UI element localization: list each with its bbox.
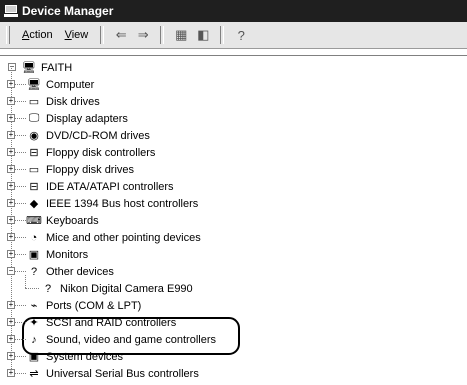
tree-item-label: Floppy disk drives	[46, 163, 135, 176]
tree-item-label: IEEE 1394 Bus host controllers	[46, 197, 199, 210]
floppy-controller-icon: ⊟	[29, 147, 39, 159]
scsi-icon: ✦	[29, 317, 39, 329]
window-title: Device Manager	[22, 4, 114, 18]
toolbar-separator	[220, 26, 225, 44]
device-manager-window: Device Manager Action View ⇐ ⇒ ▦ ◧ ? − 🖥…	[0, 0, 467, 385]
tree-item-label: SCSI and RAID controllers	[46, 316, 177, 329]
forward-arrow-icon: ⇒	[137, 27, 149, 42]
tree-item-label: Universal Serial Bus controllers	[46, 367, 199, 380]
tree-category-item[interactable]: + ▣ Monitors	[7, 246, 89, 263]
tree-category-item[interactable]: + ▣ System devices	[7, 348, 124, 365]
computer-icon: 🖥	[22, 62, 36, 74]
toolbar-separator	[100, 26, 105, 44]
menu-action[interactable]: Action	[16, 27, 59, 43]
tree-item-label: Other devices	[46, 265, 114, 278]
tree-item-label: Computer	[46, 78, 95, 91]
help-button[interactable]: ?	[231, 26, 251, 44]
tree-category-item[interactable]: + ♪ Sound, video and game controllers	[7, 331, 216, 348]
mouse-icon: ◔	[30, 231, 38, 244]
unknown-device-icon: ?	[30, 265, 38, 278]
forward-button[interactable]: ⇒	[133, 26, 153, 44]
expand-toggle[interactable]: +	[7, 352, 15, 360]
expand-toggle[interactable]: +	[7, 114, 15, 122]
tree-item-label: Keyboards	[46, 214, 99, 227]
floppy-drive-icon: ▭	[28, 164, 40, 176]
unknown-device-icon: ?	[44, 282, 52, 295]
menu-view[interactable]: View	[59, 27, 95, 43]
tree-category-item[interactable]: + 🖵 Display adapters	[7, 110, 128, 127]
tree-category-item[interactable]: + ◆ IEEE 1394 Bus host controllers	[7, 195, 199, 212]
expand-toggle[interactable]: +	[7, 301, 15, 309]
tree-category-item[interactable]: + 🖥 Computer	[7, 76, 95, 93]
collapse-toggle[interactable]: −	[8, 63, 16, 71]
tree-item-label: DVD/CD-ROM drives	[46, 129, 150, 142]
tree-item-label: Display adapters	[46, 112, 128, 125]
tree-category-item[interactable]: + ⇌ Universal Serial Bus controllers	[7, 365, 199, 382]
tree-item-label: IDE ATA/ATAPI controllers	[46, 180, 174, 193]
tree-item-label: Mice and other pointing devices	[46, 231, 201, 244]
tree-item-label: Ports (COM & LPT)	[46, 299, 142, 312]
system-device-icon: ▣	[28, 351, 40, 363]
tree-category-item[interactable]: + ⊟ IDE ATA/ATAPI controllers	[7, 178, 174, 195]
tree-root-label: FAITH	[41, 61, 73, 74]
properties-icon: ◧	[197, 27, 210, 42]
expand-toggle[interactable]: +	[7, 233, 15, 241]
tree-category-item[interactable]: + ⊟ Floppy disk controllers	[7, 144, 156, 161]
ide-controller-icon: ⊟	[29, 181, 39, 193]
tree-root[interactable]: − 🖥 FAITH	[8, 59, 72, 76]
expand-toggle[interactable]: +	[7, 80, 15, 88]
menu-toolbar: Action View ⇐ ⇒ ▦ ◧ ?	[0, 22, 467, 49]
device-tree[interactable]: − 🖥 FAITH + 🖥 Computer + ▭ Disk drives + 🖵 Displ…	[0, 55, 467, 385]
show-tree-button[interactable]: ▦	[171, 26, 191, 44]
expand-toggle[interactable]: +	[7, 97, 15, 105]
display-adapter-icon: 🖵	[28, 112, 40, 124]
tree-item-label: System devices	[46, 350, 124, 363]
title-bar[interactable]: Device Manager	[0, 0, 467, 22]
expand-toggle[interactable]: +	[7, 165, 15, 173]
tree-view-icon: ▦	[175, 27, 188, 42]
tree-item-label: Sound, video and game controllers	[46, 333, 216, 346]
ieee1394-icon: ◆	[29, 198, 39, 210]
computer-icon: 🖥	[27, 79, 41, 91]
monitor-icon: ▣	[28, 249, 40, 261]
usb-icon: ⇌	[29, 368, 39, 380]
tree-category-item[interactable]: + ◉ DVD/CD-ROM drives	[7, 127, 150, 144]
expand-toggle[interactable]: +	[7, 335, 15, 343]
tree-category-item[interactable]: + ◔ Mice and other pointing devices	[7, 229, 201, 246]
properties-button[interactable]: ◧	[193, 26, 213, 44]
back-arrow-icon: ⇐	[115, 27, 127, 42]
tree-child-item[interactable]: ? Nikon Digital Camera E990	[40, 280, 193, 297]
sound-icon: ♪	[31, 333, 37, 346]
tree-item-label: Nikon Digital Camera E990	[60, 282, 193, 295]
keyboard-icon: ⌨	[26, 215, 42, 227]
tree-category-item[interactable]: + ⌨ Keyboards	[7, 212, 99, 229]
toolbar-grip[interactable]	[6, 26, 10, 44]
expand-toggle[interactable]: +	[7, 318, 15, 326]
expand-toggle[interactable]: +	[7, 199, 15, 207]
expand-toggle[interactable]: +	[7, 131, 15, 139]
collapse-toggle[interactable]: −	[7, 267, 15, 275]
toolbar-separator	[160, 26, 165, 44]
tree-guide-line	[25, 288, 39, 289]
tree-category-item[interactable]: + ⌁ Ports (COM & LPT)	[7, 297, 142, 314]
expand-toggle[interactable]: +	[7, 216, 15, 224]
back-button[interactable]: ⇐	[111, 26, 131, 44]
tree-item-label: Monitors	[46, 248, 89, 261]
tree-category-item[interactable]: −? Other devices	[7, 263, 114, 280]
disk-drive-icon: ▭	[28, 96, 40, 108]
port-icon: ⌁	[30, 300, 38, 312]
cdrom-icon: ◉	[29, 130, 39, 142]
device-manager-icon	[4, 5, 18, 17]
tree-category-item[interactable]: + ✦ SCSI and RAID controllers	[7, 314, 177, 331]
tree-item-label: Floppy disk controllers	[46, 146, 156, 159]
tree-category-item[interactable]: + ▭ Floppy disk drives	[7, 161, 135, 178]
tree-category-item[interactable]: + ▭ Disk drives	[7, 93, 100, 110]
expand-toggle[interactable]: +	[7, 182, 15, 190]
expand-toggle[interactable]: +	[7, 250, 15, 258]
tree-item-label: Disk drives	[46, 95, 100, 108]
expand-toggle[interactable]: +	[7, 369, 15, 377]
tree-guide-line	[25, 275, 26, 288]
expand-toggle[interactable]: +	[7, 148, 15, 156]
help-icon: ?	[237, 27, 245, 43]
